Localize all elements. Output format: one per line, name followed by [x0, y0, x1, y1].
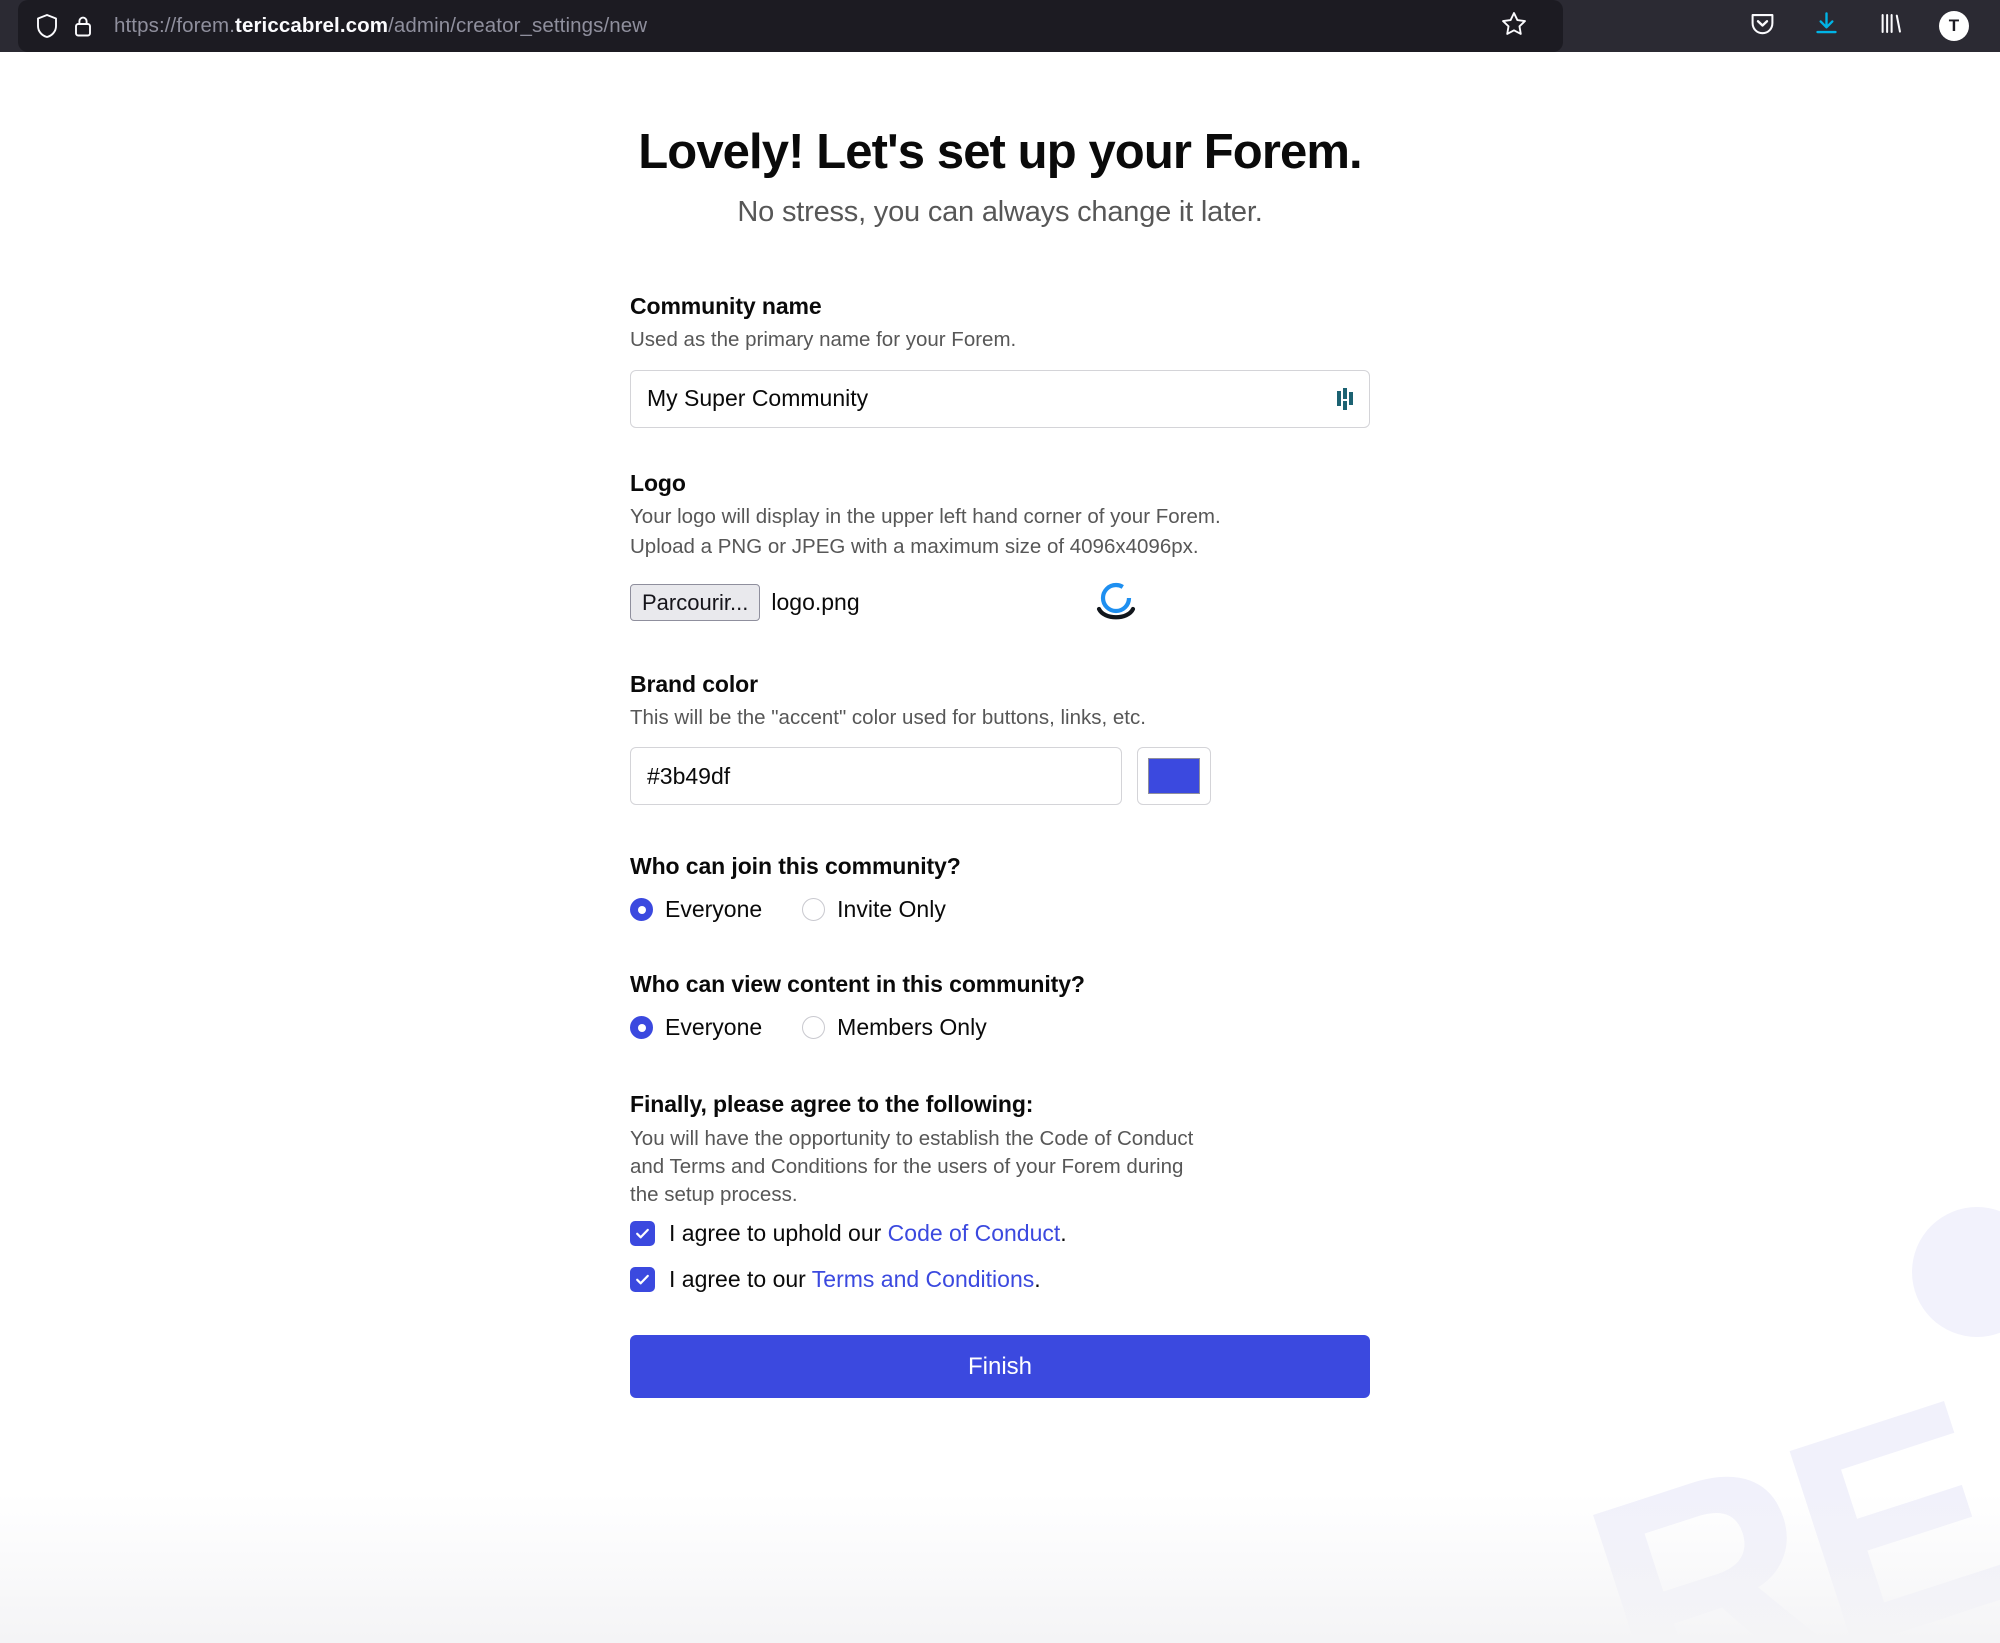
terms-text: I agree to our Terms and Conditions. [669, 1266, 1041, 1293]
page-bottom-fade [0, 1493, 2000, 1643]
library-icon [1877, 10, 1904, 42]
checkbox-indicator[interactable] [630, 1267, 655, 1292]
url-bar[interactable]: https://forem.tericcabrel.com/admin/crea… [18, 0, 1563, 52]
page-title: Lovely! Let's set up your Forem. [638, 125, 1362, 179]
account-button[interactable]: T [1932, 4, 1976, 48]
radio-indicator[interactable] [802, 898, 826, 922]
radio-label: Everyone [665, 896, 763, 923]
logo-file-row: Parcourir... logo.png [630, 579, 1370, 627]
bookmark-button[interactable] [1475, 0, 1553, 52]
radio-indicator[interactable] [630, 898, 653, 922]
radio-label: Everyone [665, 1014, 763, 1041]
who-can-view-group: Who can view content in this community? … [630, 971, 1370, 1041]
code-of-conduct-checkbox-row[interactable]: I agree to uphold our Code of Conduct. [630, 1220, 1370, 1247]
url-text[interactable]: https://forem.tericcabrel.com/admin/crea… [114, 14, 647, 38]
password-manager-icon[interactable] [1336, 386, 1358, 412]
brand-color-swatch [1148, 758, 1200, 795]
lock-icon[interactable] [68, 11, 98, 41]
radio-indicator[interactable] [630, 1016, 653, 1040]
decorative-circle [1912, 1207, 2000, 1337]
logo-field: Logo Your logo will display in the upper… [630, 470, 1370, 627]
shield-icon[interactable] [32, 11, 62, 41]
terms-checkbox-row[interactable]: I agree to our Terms and Conditions. [630, 1266, 1370, 1293]
setup-content: Lovely! Let's set up your Forem. No stre… [630, 52, 1370, 1398]
download-button[interactable] [1804, 4, 1848, 48]
logo-description-line2: Upload a PNG or JPEG with a maximum size… [630, 534, 1199, 558]
terms-link[interactable]: Terms and Conditions [812, 1266, 1034, 1292]
finish-button[interactable]: Finish [630, 1335, 1370, 1398]
page-subtitle: No stress, you can always change it late… [737, 195, 1263, 228]
pocket-icon [1749, 10, 1776, 42]
radio-option-view-everyone[interactable]: Everyone [630, 1014, 762, 1041]
who-can-join-group: Who can join this community? Everyone In… [630, 853, 1370, 923]
code-of-conduct-link[interactable]: Code of Conduct [888, 1220, 1061, 1246]
creator-settings-form: Community name Used as the primary name … [630, 293, 1370, 1398]
agreement-description: You will have the opportunity to establi… [630, 1127, 1194, 1207]
code-of-conduct-suffix: . [1060, 1220, 1067, 1246]
browser-chrome: https://forem.tericcabrel.com/admin/crea… [0, 0, 2000, 52]
terms-suffix: . [1034, 1266, 1041, 1292]
loading-spinner-icon [1090, 579, 1142, 627]
agreement-section: Finally, please agree to the following: … [630, 1091, 1370, 1293]
who-can-view-label: Who can view content in this community? [630, 971, 1085, 998]
radio-option-join-everyone[interactable]: Everyone [630, 896, 762, 923]
brand-color-label: Brand color [630, 670, 758, 697]
logo-description-line1: Your logo will display in the upper left… [630, 504, 1221, 528]
url-host: tericcabrel.com [235, 14, 389, 37]
community-name-field: Community name Used as the primary name … [630, 293, 1370, 428]
url-path: /admin/creator_settings/new [388, 14, 648, 37]
who-can-join-options: Everyone Invite Only [630, 896, 1370, 923]
brand-color-swatch-button[interactable] [1137, 747, 1211, 806]
page-body: RE Lovely! Let's set up your Forem. No s… [0, 52, 2000, 1643]
code-of-conduct-text: I agree to uphold our Code of Conduct. [669, 1220, 1067, 1247]
url-scheme: https://forem. [114, 14, 236, 37]
library-button[interactable] [1868, 4, 1912, 48]
brand-color-input[interactable] [630, 747, 1122, 806]
star-icon [1500, 10, 1528, 43]
logo-file-name: logo.png [771, 589, 860, 615]
radio-option-join-invite-only[interactable]: Invite Only [802, 896, 946, 923]
chrome-toolbar-right: T [1740, 0, 1990, 52]
radio-label: Members Only [837, 1014, 987, 1041]
terms-prefix: I agree to our [669, 1266, 812, 1292]
community-name-description: Used as the primary name for your Forem. [630, 327, 1017, 351]
brand-color-row [630, 747, 1370, 806]
community-name-input-wrap [630, 369, 1370, 428]
community-name-label: Community name [630, 292, 822, 319]
brand-color-description: This will be the "accent" color used for… [630, 705, 1146, 729]
avatar: T [1939, 11, 1969, 41]
brand-color-field: Brand color This will be the "accent" co… [630, 671, 1370, 806]
radio-option-view-members-only[interactable]: Members Only [802, 1014, 987, 1041]
radio-indicator[interactable] [802, 1016, 826, 1040]
who-can-view-options: Everyone Members Only [630, 1014, 1370, 1041]
logo-browse-button[interactable]: Parcourir... [630, 583, 761, 622]
logo-label: Logo [630, 469, 686, 496]
community-name-input[interactable] [630, 369, 1370, 428]
checkbox-indicator[interactable] [630, 1221, 655, 1246]
download-icon [1813, 10, 1840, 42]
who-can-join-label: Who can join this community? [630, 853, 961, 880]
radio-label: Invite Only [837, 896, 946, 923]
code-of-conduct-prefix: I agree to uphold our [669, 1220, 888, 1246]
agreement-title: Finally, please agree to the following: [630, 1091, 1034, 1118]
pocket-button[interactable] [1740, 4, 1784, 48]
